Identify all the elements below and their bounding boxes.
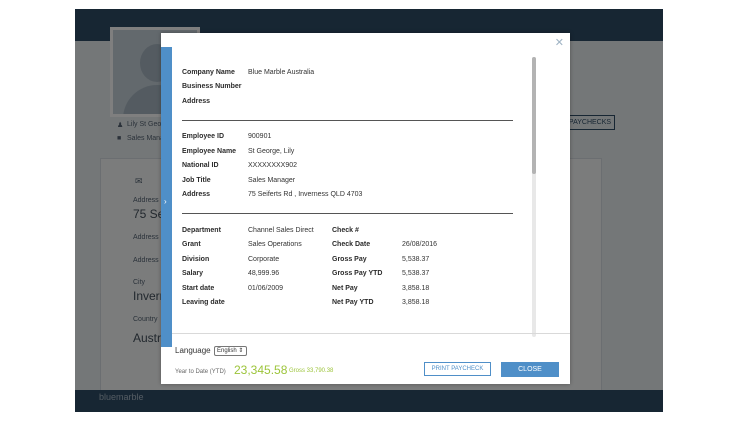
info-row: Grant Sales Operations Check Date 26/08/… — [182, 241, 517, 253]
scrollbar[interactable] — [532, 57, 536, 337]
field-value: 900901 — [248, 133, 272, 140]
modal-side-strip: › — [161, 47, 172, 347]
field-label: National ID — [182, 162, 219, 169]
field-value: Sales Manager — [248, 177, 296, 184]
info-row: Employee ID 900901 — [182, 133, 517, 145]
chevron-right-icon[interactable]: › — [164, 197, 167, 206]
field-value: St George, Lily — [248, 148, 295, 155]
language-label: Language — [175, 346, 211, 355]
field-label: Net Pay YTD — [332, 299, 374, 306]
field-label: Net Pay — [332, 285, 358, 292]
field-label: Employee Name — [182, 148, 237, 155]
field-value: 3,858.18 — [402, 285, 430, 292]
scrollbar-thumb[interactable] — [532, 57, 536, 174]
info-row: Salary 48,999.96 Gross Pay YTD 5,538.37 — [182, 270, 517, 282]
ytd-label: Year to Date (YTD) — [175, 369, 226, 375]
close-button[interactable]: CLOSE — [501, 362, 559, 377]
close-icon[interactable]: ✕ — [555, 36, 564, 49]
paycheck-modal: › ✕ Company Name Blue Marble Australia B… — [161, 33, 570, 384]
ytd-value: 23,345.58 — [234, 363, 288, 377]
info-row: Address 75 Seiferts Rd , Inverness QLD 4… — [182, 191, 517, 203]
field-value: 48,999.96 — [248, 270, 280, 277]
field-value: 5,538.37 — [402, 270, 430, 277]
section-divider — [182, 120, 513, 121]
info-row: Address — [182, 98, 517, 110]
chevron-updown-icon: ⇕ — [238, 348, 244, 354]
field-label: Start date — [182, 285, 215, 292]
field-label: Gross Pay YTD — [332, 270, 383, 277]
field-label: Grant — [182, 241, 201, 248]
field-value: Sales Operations — [248, 241, 302, 248]
field-label: Leaving date — [182, 299, 225, 306]
field-label: Company Name — [182, 69, 235, 76]
print-paycheck-button[interactable]: PRINT PAYCHECK — [424, 362, 491, 376]
paycheck-content: Company Name Blue Marble Australia Busin… — [182, 67, 517, 347]
info-row: Job Title Sales Manager — [182, 177, 517, 189]
info-row: Division Corporate Gross Pay 5,538.37 — [182, 256, 517, 268]
field-value: Blue Marble Australia — [248, 69, 315, 76]
field-label: Business Number — [182, 83, 242, 90]
field-label: Check Date — [332, 241, 371, 248]
field-value: 5,538.37 — [402, 256, 430, 263]
language-value: English — [217, 348, 237, 354]
info-row: Business Number — [182, 83, 517, 95]
field-value: 26/08/2016 — [402, 241, 438, 248]
field-label: Department — [182, 227, 221, 234]
section-divider — [182, 213, 513, 214]
field-label: Job Title — [182, 177, 211, 184]
info-row: National ID XXXXXXXX902 — [182, 162, 517, 174]
field-label: Gross Pay — [332, 256, 367, 263]
field-value: 75 Seiferts Rd , Inverness QLD 4703 — [248, 191, 363, 198]
field-value: XXXXXXXX902 — [248, 162, 298, 169]
field-value: 01/06/2009 — [248, 285, 284, 292]
info-row: Department Channel Sales Direct Check # — [182, 227, 517, 239]
field-label: Salary — [182, 270, 204, 277]
field-label: Employee ID — [182, 133, 225, 140]
info-row: Company Name Blue Marble Australia — [182, 69, 517, 81]
field-label: Division — [182, 256, 210, 263]
gross-value: Gross 33,790.38 — [289, 368, 334, 374]
field-label: Check # — [332, 227, 359, 234]
field-value: 3,858.18 — [402, 299, 430, 306]
footer-divider — [172, 333, 570, 334]
field-label: Address — [182, 98, 211, 105]
field-value: Corporate — [248, 256, 280, 263]
info-row: Employee Name St George, Lily — [182, 148, 517, 160]
language-select[interactable]: English ⇕ — [214, 346, 247, 356]
info-row: Leaving date Net Pay YTD 3,858.18 — [182, 299, 517, 311]
field-label: Address — [182, 191, 211, 198]
info-row: Start date 01/06/2009 Net Pay 3,858.18 — [182, 285, 517, 297]
field-value: Channel Sales Direct — [248, 227, 314, 234]
